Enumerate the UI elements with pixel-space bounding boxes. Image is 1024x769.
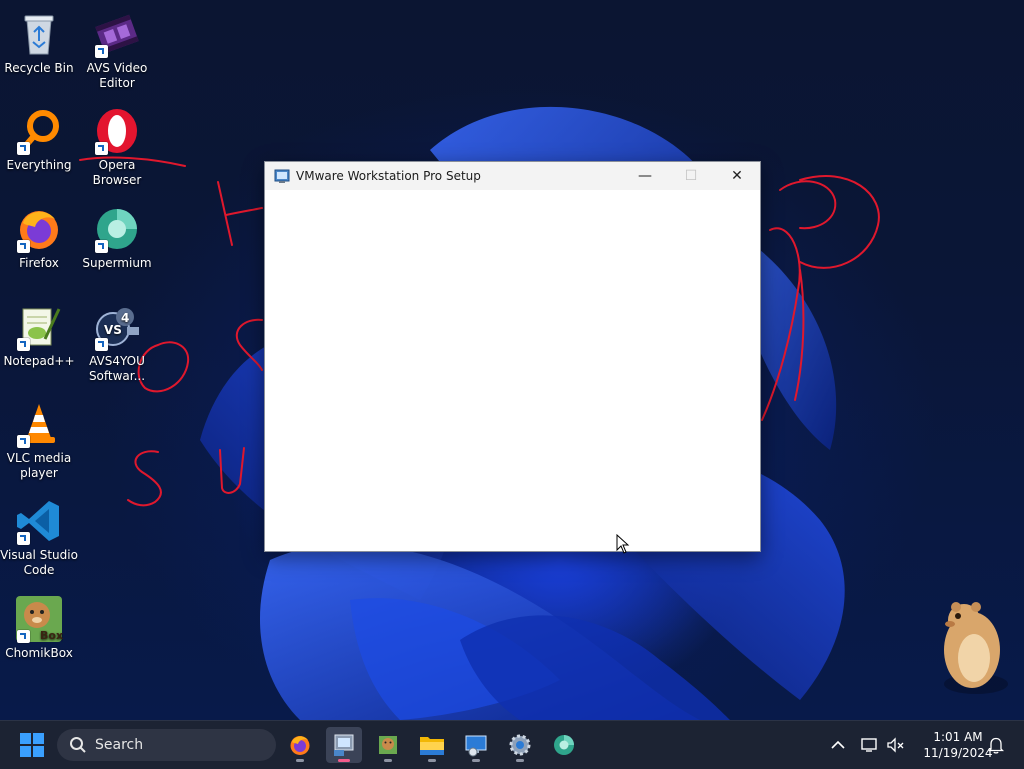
remote-desktop-icon [465, 735, 487, 757]
desktop-icon-label: Notepad++ [3, 354, 75, 368]
desktop-icon-recycle-bin[interactable]: Recycle Bin [0, 10, 78, 76]
taskbar-app-notepadpp[interactable] [370, 727, 406, 763]
taskbar-app-vmware-setup[interactable] [326, 727, 362, 763]
running-indicator [428, 759, 436, 762]
supermium-icon [554, 735, 574, 755]
bell-icon [988, 737, 1004, 754]
svg-text:Box: Box [40, 629, 63, 642]
shortcut-arrow-icon [17, 435, 30, 448]
search-label: Search [95, 737, 144, 753]
shortcut-arrow-icon [95, 142, 108, 155]
recycle-bin-icon [24, 15, 54, 55]
shortcut-arrow-icon [17, 240, 30, 253]
running-indicator [384, 759, 392, 762]
shortcut-arrow-icon [17, 630, 30, 643]
taskbar-search-box[interactable]: Search [57, 729, 276, 761]
shortcut-arrow-icon [95, 240, 108, 253]
hamster-pet [944, 602, 1008, 694]
windows-logo-icon [20, 733, 44, 757]
desktop-icon-label: VLC media player [6, 451, 72, 480]
shortcut-arrow-icon [17, 532, 30, 545]
firefox-icon [290, 736, 310, 755]
show-hidden-icons-button[interactable] [828, 735, 848, 755]
shortcut-arrow-icon [17, 142, 30, 155]
search-icon [70, 737, 86, 753]
setup-window[interactable]: VMware Workstation Pro Setup — ☐ ✕ [264, 161, 761, 552]
desktop-icon-label: AVS Video Editor [86, 61, 148, 90]
mouse-cursor-icon [616, 534, 630, 554]
notifications-button[interactable] [986, 735, 1006, 755]
desktop-icon-label: Opera Browser [92, 158, 142, 187]
tray-volume-button[interactable] [886, 735, 906, 755]
desktop-icon-avs4you[interactable]: VS 4 AVS4YOU Softwar... [78, 303, 156, 384]
desktop-icon-label: Firefox [19, 256, 59, 270]
desktop-icon-label: Supermium [82, 256, 152, 270]
taskbar-app-supermium[interactable] [546, 727, 582, 763]
setup-window-body [265, 190, 760, 551]
setup-window-title: VMware Workstation Pro Setup [296, 169, 481, 183]
taskbar-app-settings[interactable] [502, 727, 538, 763]
setup-window-titlebar[interactable]: VMware Workstation Pro Setup — ☐ ✕ [265, 162, 760, 190]
desktop-icon-label: Visual Studio Code [0, 548, 78, 577]
vmware-setup-icon [274, 169, 290, 183]
running-indicator [472, 759, 480, 762]
minimize-button[interactable]: — [622, 162, 668, 190]
maximize-button: ☐ [668, 162, 714, 190]
network-icon [861, 738, 877, 752]
desktop-icon-label: AVS4YOU Softwar... [88, 354, 146, 383]
desktop-icon-vlc[interactable]: VLC media player [0, 400, 78, 481]
desktop-icon-label: Everything [6, 158, 72, 172]
notepad-icon [379, 736, 397, 754]
svg-text:4: 4 [121, 311, 129, 325]
minimize-icon: — [638, 168, 652, 184]
close-icon: ✕ [731, 168, 743, 184]
shortcut-arrow-icon [17, 338, 30, 351]
desktop-icon-opera[interactable]: Opera Browser [78, 107, 156, 188]
running-indicator [338, 759, 350, 762]
desktop-icon-label: ChomikBox [5, 646, 73, 660]
maximize-icon: ☐ [684, 168, 698, 184]
running-indicator [296, 759, 304, 762]
svg-text:VS: VS [104, 323, 122, 337]
desktop-icon-avs-video-editor[interactable]: AVS Video Editor [78, 10, 156, 91]
desktop-icon-everything[interactable]: Everything [0, 107, 78, 173]
desktop-icon-firefox[interactable]: Firefox [0, 205, 78, 271]
running-indicator [516, 759, 524, 762]
settings-gear-icon [509, 734, 531, 756]
desktop-icon-supermium[interactable]: Supermium [78, 205, 156, 271]
shortcut-arrow-icon [95, 338, 108, 351]
desktop-icon-notepadpp[interactable]: Notepad++ [0, 303, 78, 369]
desktop-icon-label: Recycle Bin [4, 61, 74, 75]
taskbar: Search 1:01 AM 11/19/2024 [0, 720, 1024, 769]
tray-network-button[interactable] [860, 735, 880, 755]
shortcut-arrow-icon [95, 45, 108, 58]
file-explorer-icon [420, 737, 444, 755]
chevron-up-icon [831, 740, 845, 749]
taskbar-app-file-explorer[interactable] [414, 727, 450, 763]
taskbar-app-firefox[interactable] [282, 727, 318, 763]
close-button[interactable]: ✕ [714, 162, 760, 190]
desktop-icon-vscode[interactable]: Visual Studio Code [0, 497, 78, 578]
desktop-icon-chomikbox[interactable]: Box ChomikBox [0, 595, 78, 661]
vmware-setup-icon [334, 734, 354, 756]
taskbar-app-remote-desktop[interactable] [458, 727, 494, 763]
start-button[interactable] [19, 732, 45, 758]
volume-muted-icon [887, 737, 904, 753]
